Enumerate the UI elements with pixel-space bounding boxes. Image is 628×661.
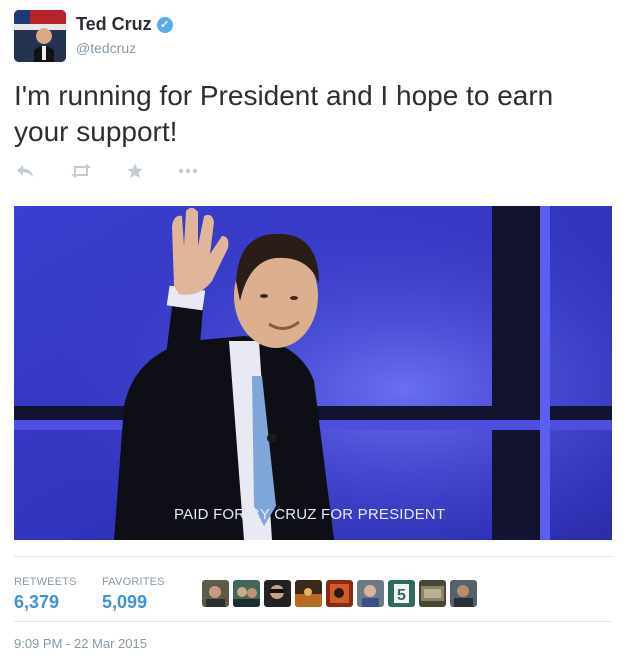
retweets-count[interactable]: 6,379 [14, 592, 59, 613]
more-icon[interactable] [176, 160, 200, 182]
favoriter-avatar[interactable] [357, 580, 384, 607]
video-caption: PAID FOR BY CRUZ FOR PRESIDENT [174, 506, 446, 523]
reply-icon[interactable] [14, 160, 36, 182]
favorite-icon[interactable] [124, 160, 146, 182]
svg-text:5: 5 [397, 587, 406, 604]
favorites-label: FAVORITES [102, 576, 165, 588]
favoriter-avatar[interactable]: 5 [388, 580, 415, 607]
video-still-image [14, 206, 612, 540]
tweet-actions [14, 160, 200, 182]
retweets-label: RETWEETS [14, 576, 77, 588]
favoriters-avatars: 5 [202, 580, 477, 607]
favorites-count[interactable]: 5,099 [102, 592, 147, 613]
tweet-text: I'm running for President and I hope to … [14, 80, 554, 147]
profile-photo-icon [14, 10, 66, 62]
author-handle[interactable]: @tedcruz [76, 40, 136, 56]
favoriter-avatar[interactable] [419, 580, 446, 607]
favoriter-avatar[interactable] [450, 580, 477, 607]
author-name-text: Ted Cruz [76, 14, 152, 34]
favoriter-avatar[interactable] [295, 580, 322, 607]
tweet-timestamp[interactable]: 9:09 PM - 22 Mar 2015 [14, 636, 147, 651]
stats-divider-top [14, 556, 612, 557]
favoriter-avatar[interactable] [326, 580, 353, 607]
author-avatar[interactable] [14, 10, 66, 62]
tweet-media-video[interactable]: PAID FOR BY CRUZ FOR PRESIDENT [14, 206, 612, 540]
author-name[interactable]: Ted Cruz ✓ [76, 14, 173, 35]
favoriter-avatar[interactable] [264, 580, 291, 607]
favoriter-avatar[interactable] [233, 580, 260, 607]
retweet-icon[interactable] [68, 160, 94, 182]
stats-divider-bottom [14, 621, 612, 622]
verified-badge-icon: ✓ [156, 16, 173, 33]
favoriter-avatar[interactable] [202, 580, 229, 607]
